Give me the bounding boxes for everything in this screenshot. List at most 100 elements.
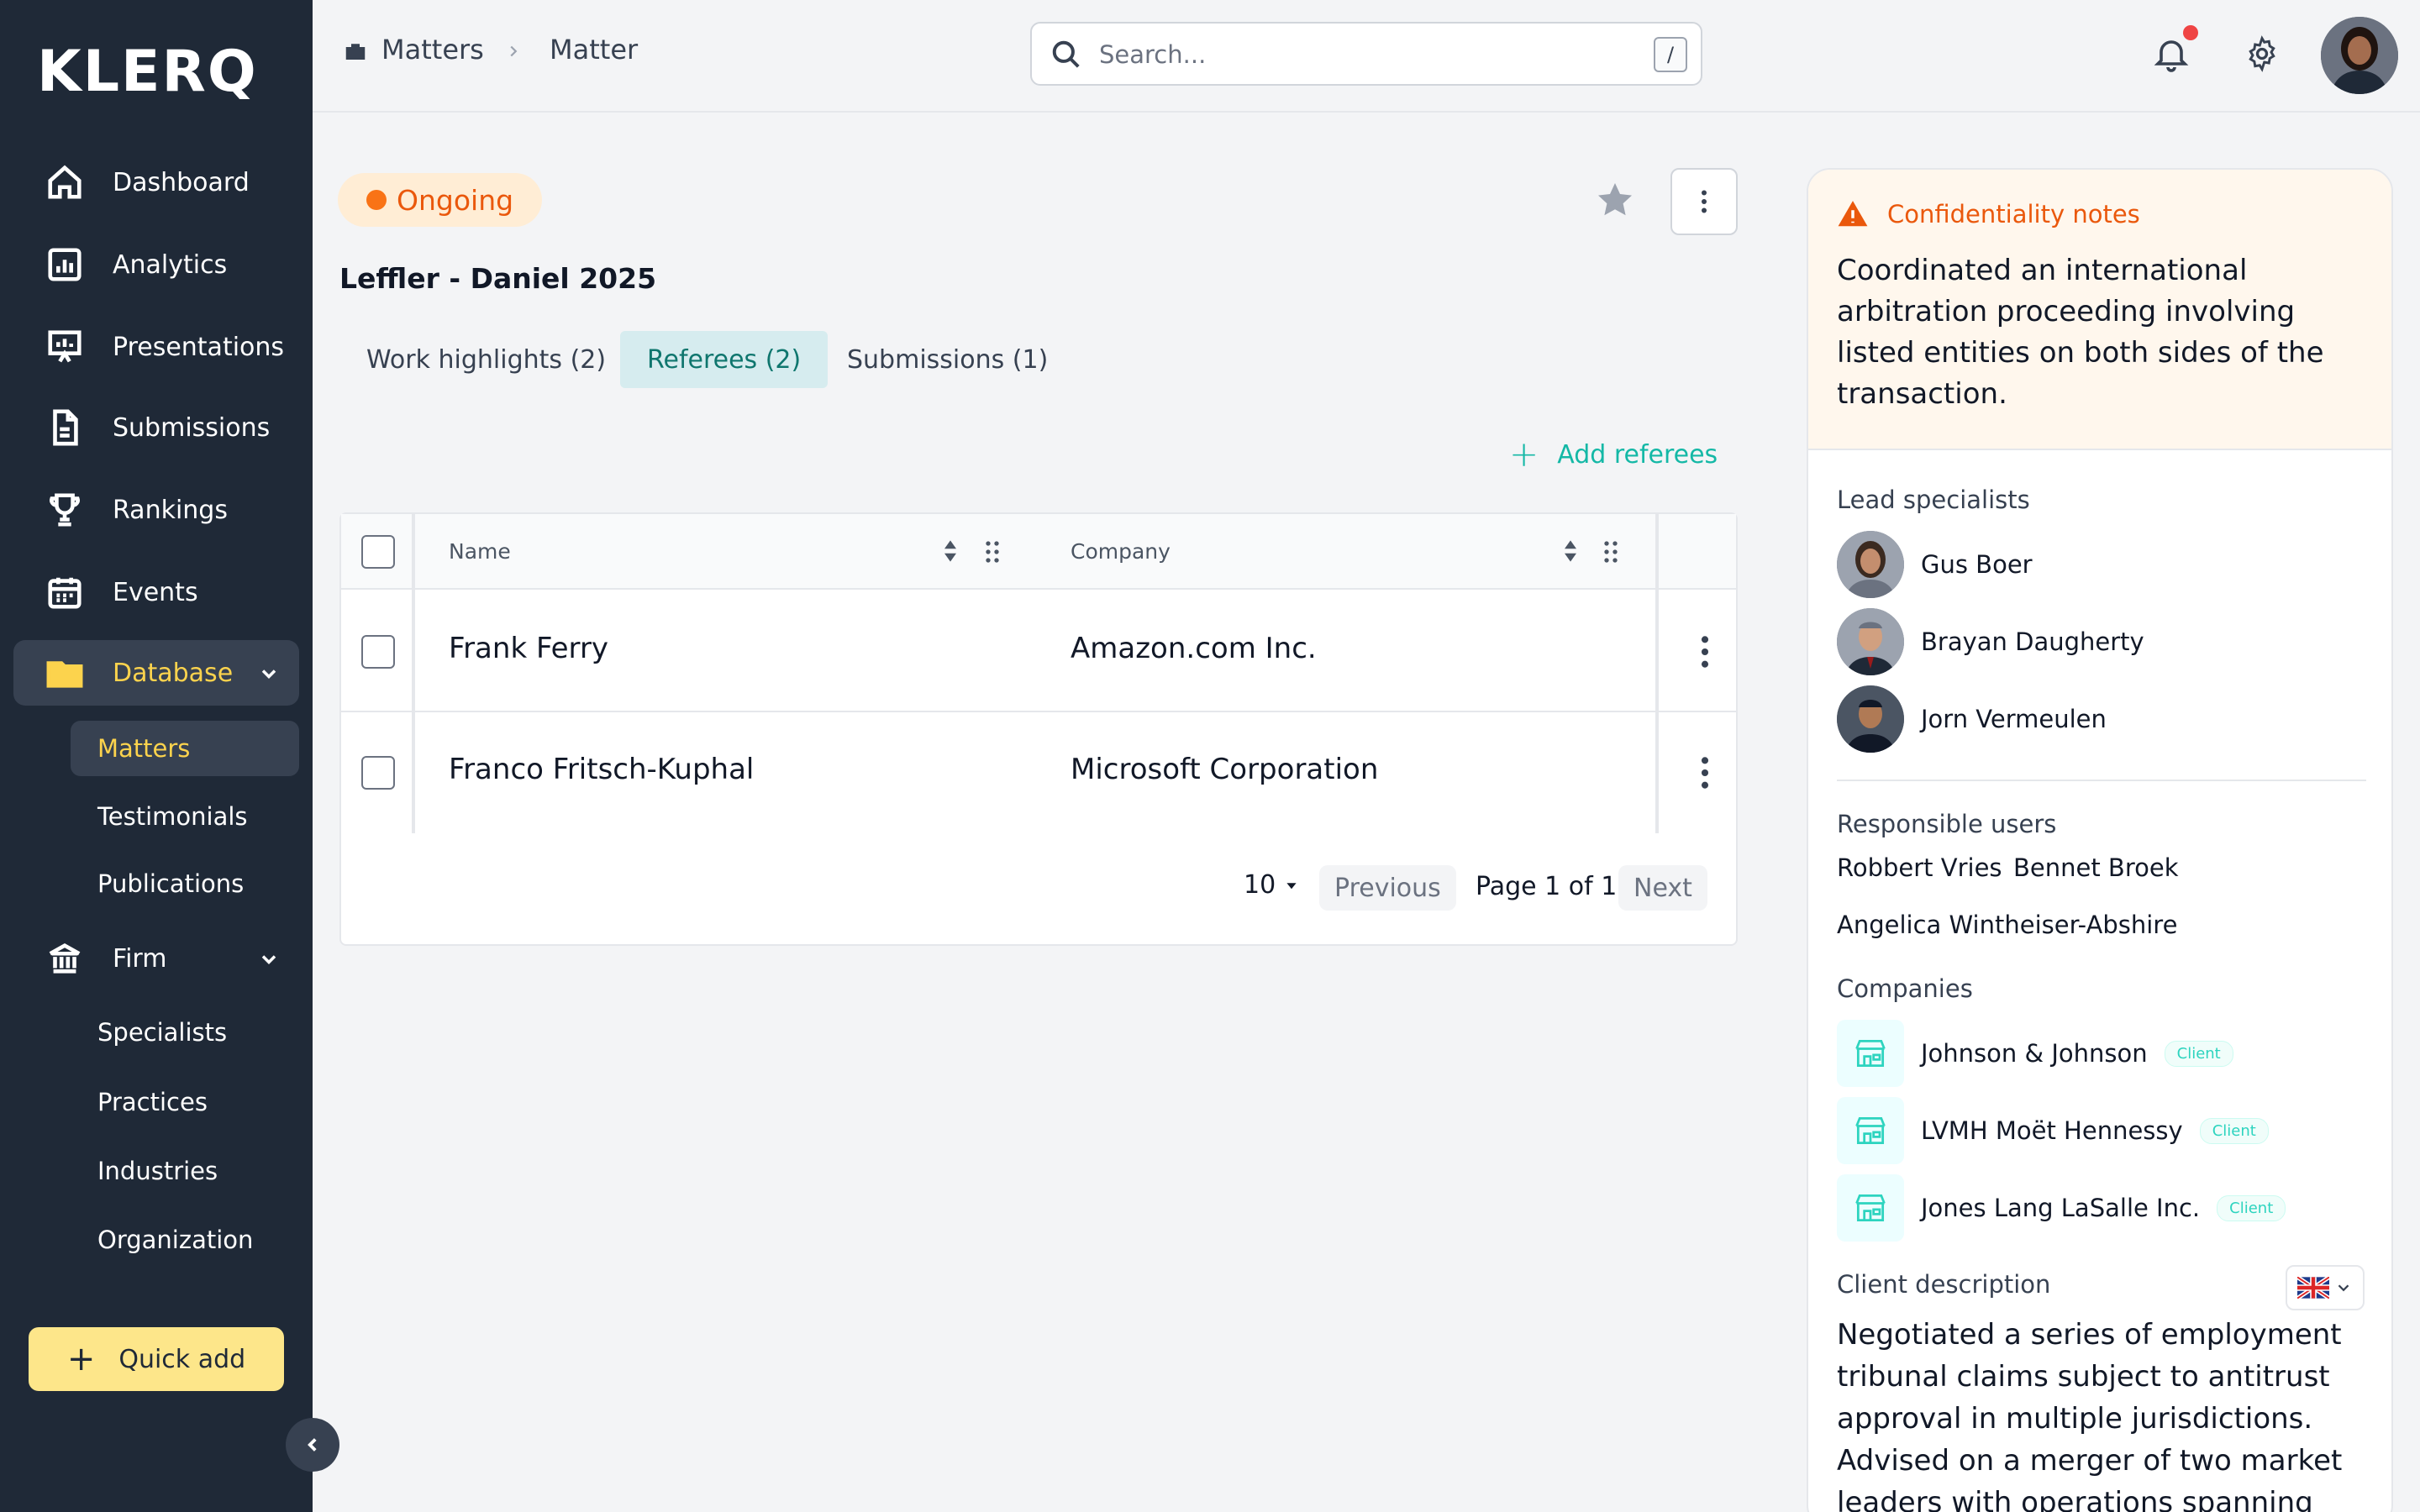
sidebar-subitem-practices[interactable]: Practices (71, 1074, 299, 1130)
sidebar-item-label: Firm (113, 943, 167, 974)
row-more-icon[interactable] (1692, 754, 1718, 791)
confidentiality-title-text: Confidentiality notes (1887, 200, 2140, 228)
chevron-left-icon (308, 1438, 317, 1452)
company-name: Johnson & Johnson (1921, 1039, 2148, 1068)
add-referees-button[interactable]: + Add referees (1509, 433, 1718, 475)
tab-referees[interactable]: Referees (2) (620, 331, 829, 388)
user-avatar[interactable] (2321, 17, 2398, 94)
row-checkbox[interactable] (361, 635, 395, 669)
presentation-icon (45, 328, 84, 366)
companies-label: Companies (1837, 974, 1973, 1003)
table-row[interactable]: Frank Ferry Amazon.com Inc. (341, 591, 1736, 712)
company-item[interactable]: LVMH Moët Hennessy Client (1837, 1097, 2269, 1164)
sidebar-item-analytics[interactable]: Analytics (13, 232, 299, 297)
lead-specialist-item[interactable]: Jorn Vermeulen (1837, 685, 2107, 753)
gear-icon[interactable] (2244, 35, 2281, 72)
client-description-text: Negotiated a series of employment tribun… (1837, 1318, 2343, 1512)
language-select[interactable] (2286, 1265, 2365, 1310)
page-indicator: Page 1 of 1 (1476, 872, 1618, 901)
status-badge: Ongoing (338, 173, 543, 227)
collapse-sidebar-button[interactable] (286, 1418, 339, 1472)
store-icon (1837, 1020, 1904, 1087)
sidebar-item-events[interactable]: Events (13, 559, 299, 625)
bell-icon[interactable] (2151, 34, 2191, 74)
klerq-logo[interactable]: KLERQ (37, 39, 258, 105)
breadcrumb-matter: Matter (550, 34, 639, 66)
status-dot (366, 190, 387, 210)
sort-icon[interactable] (1563, 539, 1578, 563)
more-actions-button[interactable] (1670, 168, 1738, 235)
caret-down-icon (1286, 882, 1297, 889)
sidebar-item-presentations[interactable]: Presentations (13, 314, 299, 380)
sidebar-item-rankings[interactable]: Rankings (13, 477, 299, 543)
sidebar-subitem-specialists[interactable]: Specialists (71, 1005, 299, 1060)
company-item[interactable]: Jones Lang LaSalle Inc. Client (1837, 1174, 2286, 1242)
responsible-user[interactable]: Angelica Wintheiser-Abshire (1837, 911, 2177, 939)
sidebar-subitem-publications[interactable]: Publications (71, 856, 299, 911)
sidebar-subitem-matters[interactable]: Matters (71, 721, 299, 776)
client-description-label: Client description (1837, 1270, 2051, 1299)
sidebar-item-dashboard[interactable]: Dashboard (13, 150, 299, 215)
quick-add-button[interactable]: + Quick add (29, 1327, 284, 1391)
avatar (1837, 685, 1904, 753)
responsible-user[interactable]: Bennet Broek (2013, 853, 2179, 882)
next-page-button[interactable]: Next (1618, 865, 1707, 911)
tab-work-highlights[interactable]: Work highlights (2) (339, 331, 633, 388)
chevron-down-icon (2338, 1284, 2349, 1292)
avatar (1837, 531, 1904, 598)
notification-dot (2183, 25, 2198, 40)
warning-icon (1838, 201, 1868, 227)
sidebar-subitem-organization[interactable]: Organization (71, 1212, 299, 1268)
sort-icon[interactable] (943, 539, 958, 563)
chevron-down-icon (257, 948, 281, 971)
referee-name: Franco Fritsch-Kuphal (449, 753, 755, 786)
row-more-icon[interactable] (1692, 633, 1718, 670)
plus-icon: + (66, 1340, 96, 1378)
client-badge: Client (2164, 1040, 2233, 1067)
referee-company: Amazon.com Inc. (1071, 632, 1317, 665)
sidebar-item-submissions[interactable]: Submissions (13, 395, 299, 460)
page-title: Leffler - Daniel 2025 (339, 262, 657, 295)
sidebar-item-firm[interactable]: Firm (13, 926, 299, 991)
sidebar-subitem-testimonials[interactable]: Testimonials (71, 789, 299, 844)
lead-specialist-name: Gus Boer (1921, 550, 2033, 579)
company-item[interactable]: Johnson & Johnson Client (1837, 1020, 2233, 1087)
lead-specialist-item[interactable]: Brayan Daugherty (1837, 608, 2144, 675)
row-checkbox[interactable] (361, 756, 395, 790)
company-name: Jones Lang LaSalle Inc. (1921, 1194, 2201, 1222)
table-header (341, 514, 1736, 590)
search-input[interactable] (1099, 37, 1603, 72)
more-vertical-icon (1702, 190, 1707, 213)
section-divider (1837, 780, 2366, 781)
sidebar-item-label: Presentations (113, 332, 285, 362)
drag-handle-icon[interactable] (1602, 539, 1620, 564)
matter-details-panel: Confidentiality notes Coordinated an int… (1807, 168, 2393, 1512)
lead-specialists-label: Lead specialists (1837, 486, 2030, 514)
breadcrumb-matters[interactable]: Matters (381, 34, 484, 66)
table-row[interactable]: Franco Fritsch-Kuphal Microsoft Corporat… (341, 714, 1736, 835)
drag-handle-icon[interactable] (983, 539, 1002, 564)
sidebar-item-label: Submissions (113, 412, 271, 443)
sidebar-item-label: Events (113, 577, 198, 607)
sidebar-item-label: Database (113, 658, 234, 688)
tab-submissions[interactable]: Submissions (1) (820, 331, 1075, 388)
company-name: LVMH Moët Hennessy (1921, 1116, 2183, 1145)
client-badge: Client (2217, 1194, 2286, 1221)
select-all-checkbox[interactable] (361, 535, 395, 569)
column-header-name[interactable]: Name (449, 539, 511, 564)
referee-name: Frank Ferry (449, 632, 609, 665)
search-icon (1052, 40, 1080, 68)
column-header-company[interactable]: Company (1071, 539, 1171, 564)
lead-specialist-item[interactable]: Gus Boer (1837, 531, 2033, 598)
document-icon (45, 408, 84, 447)
sidebar-item-database[interactable]: Database (13, 640, 299, 706)
star-icon[interactable] (1595, 180, 1635, 220)
bank-icon (45, 939, 84, 978)
previous-page-button[interactable]: Previous (1319, 865, 1456, 911)
chevron-down-icon (257, 662, 281, 685)
responsible-user[interactable]: Robbert Vries (1837, 853, 2002, 882)
page-size-select[interactable]: 10 (1244, 870, 1297, 900)
sidebar-subitem-industries[interactable]: Industries (71, 1143, 299, 1199)
search-box: / (1030, 22, 1702, 86)
confidentiality-text: Coordinated an international arbitration… (1837, 254, 2324, 411)
